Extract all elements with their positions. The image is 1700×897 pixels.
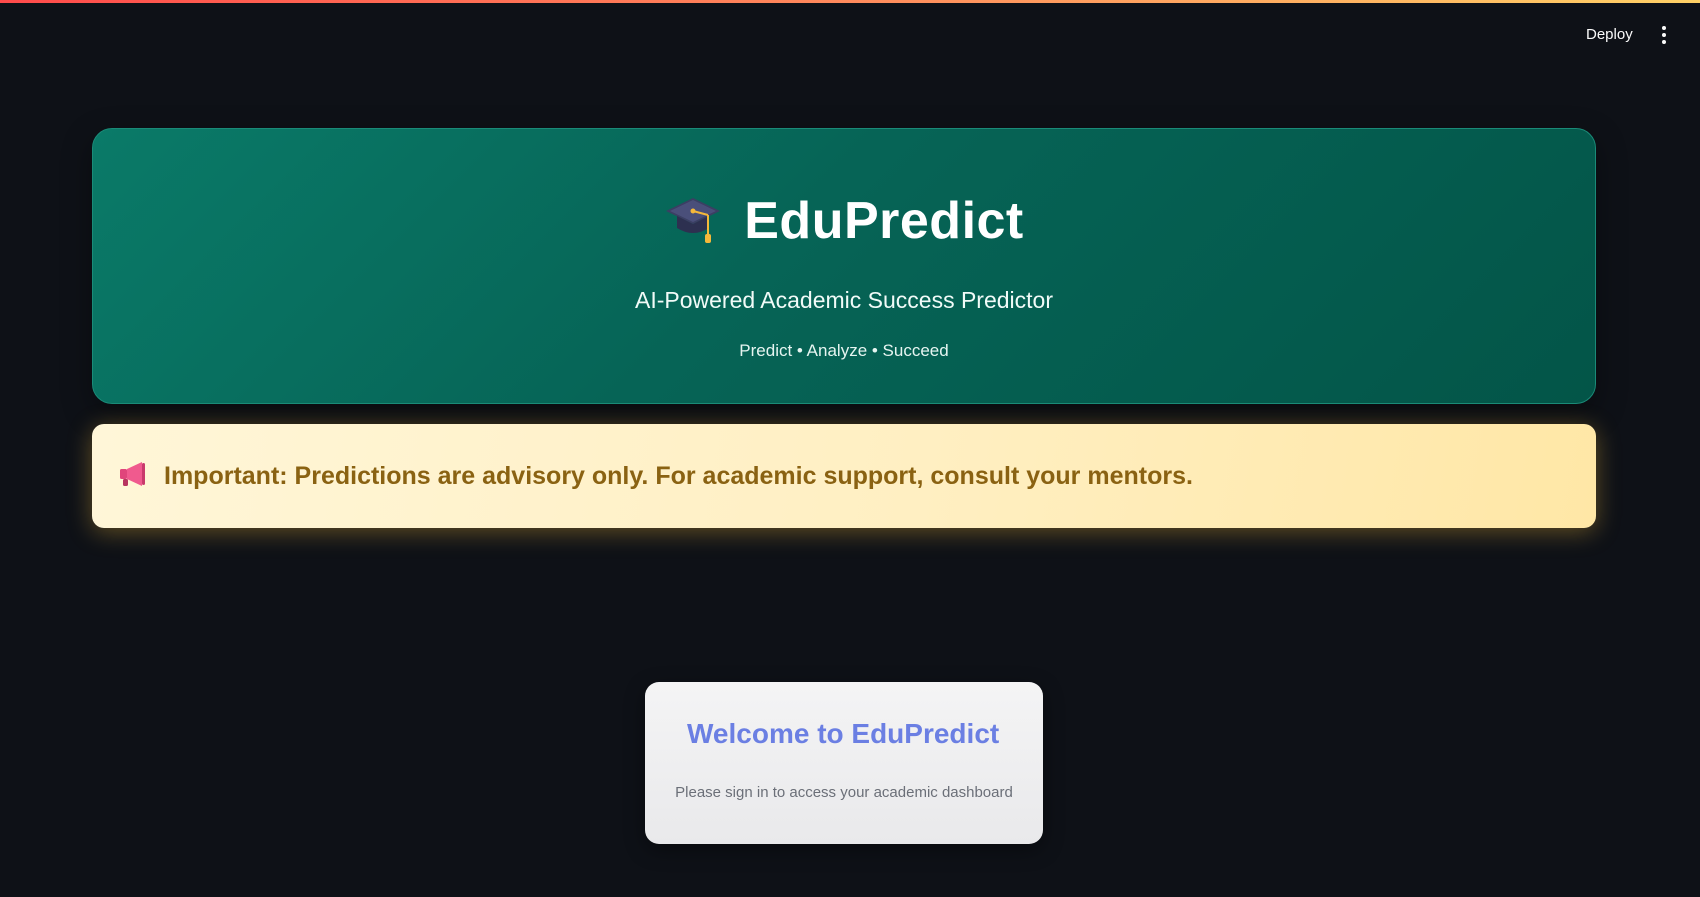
top-decoration-bar bbox=[0, 0, 1700, 3]
hero-banner: EduPredict AI-Powered Academic Success P… bbox=[92, 128, 1596, 404]
app-tagline: Predict • Analyze • Succeed bbox=[739, 341, 949, 360]
hero-title-row: EduPredict bbox=[93, 191, 1595, 251]
app-subtitle: AI-Powered Academic Success Predictor bbox=[634, 287, 1053, 313]
notice-text: Important: Predictions are advisory only… bbox=[164, 461, 1193, 490]
megaphone-icon bbox=[118, 460, 148, 493]
advisory-notice: Important: Predictions are advisory only… bbox=[92, 424, 1596, 528]
vertical-dots-icon bbox=[1662, 26, 1666, 30]
graduation-cap-icon bbox=[664, 194, 722, 248]
deploy-button[interactable]: Deploy bbox=[1572, 22, 1647, 48]
main-menu-button[interactable] bbox=[1652, 22, 1676, 48]
sign-in-message: Please sign in to access your academic d… bbox=[675, 784, 1013, 801]
welcome-card: Welcome to EduPredict Please sign in to … bbox=[645, 682, 1043, 844]
welcome-title: Welcome to EduPredict bbox=[687, 718, 1000, 749]
app-title: EduPredict bbox=[744, 192, 1024, 250]
